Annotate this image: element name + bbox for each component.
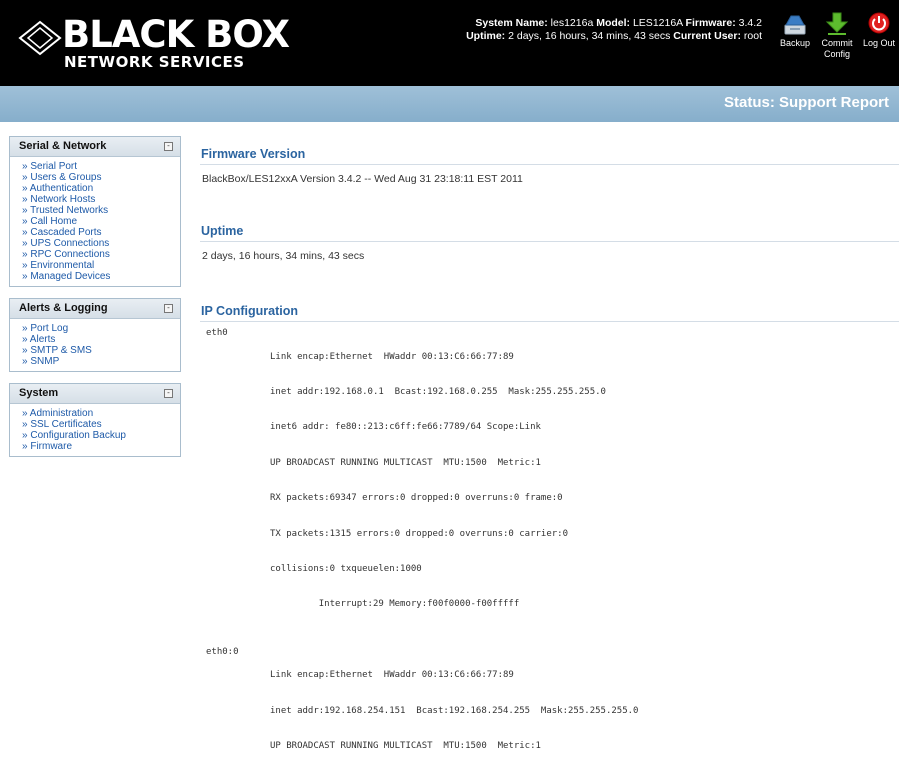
collapse-icon[interactable]: - (164, 142, 173, 151)
uptime-section-title: Uptime (200, 224, 899, 242)
commit-config-button[interactable]: Commit Config (819, 12, 855, 60)
sidebar-item-ssl-certificates[interactable]: SSL Certificates (22, 419, 180, 430)
system-name-label: System Name: (475, 17, 548, 29)
serial-network-menu: Serial & Network - Serial Port Users & G… (9, 136, 181, 287)
sidebar-item-firmware[interactable]: Firmware (22, 441, 180, 452)
system-name-value: les1216a (550, 17, 594, 29)
firmware-value: 3.4.2 (738, 17, 762, 29)
header: BLACK BOX NETWORK SERVICES System Name: … (0, 0, 899, 86)
logo-main-text: BLACK BOX (62, 13, 290, 56)
uptime-value: 2 days, 16 hours, 34 mins, 43 secs (508, 30, 671, 42)
uptime-text: 2 days, 16 hours, 34 mins, 43 secs (202, 250, 365, 262)
system-menu: System - Administration SSL Certificates… (9, 383, 181, 457)
backup-icon (784, 15, 806, 35)
sidebar-item-serial-port[interactable]: Serial Port (22, 161, 180, 172)
alerts-logging-title: Alerts & Logging (19, 302, 108, 314)
system-header[interactable]: System - (10, 384, 180, 404)
firmware-label: Firmware: (685, 17, 736, 29)
backup-label: Backup (779, 38, 811, 48)
logo-sub-text: NETWORK SERVICES (64, 53, 245, 71)
uptime-label: Uptime: (466, 30, 506, 42)
ifconfig-line: inet addr:192.168.0.1 Bcast:192.168.0.25… (270, 386, 606, 397)
sidebar-item-rpc-connections[interactable]: RPC Connections (22, 249, 180, 260)
ifconfig-line: RX packets:69347 errors:0 dropped:0 over… (270, 493, 563, 504)
serial-network-title: Serial & Network (19, 140, 107, 152)
page-title: Status: Support Report (724, 94, 889, 111)
interface-name: eth0 (206, 328, 228, 338)
ip-configuration-section: IP Configuration eth0 Link encap:Etherne… (200, 304, 899, 776)
sidebar-item-trusted-networks[interactable]: Trusted Networks (22, 205, 180, 216)
backup-button[interactable]: Backup (775, 12, 815, 49)
current-user-value: root (743, 30, 762, 42)
alerts-logging-menu: Alerts & Logging - Port Log Alerts SMTP … (9, 298, 181, 372)
sidebar-item-port-log[interactable]: Port Log (22, 323, 180, 334)
sidebar-item-managed-devices[interactable]: Managed Devices (22, 271, 180, 282)
ifconfig-line: Link encap:Ethernet HWaddr 00:13:C6:66:7… (270, 351, 514, 362)
serial-network-header[interactable]: Serial & Network - (10, 137, 180, 157)
model-label: Model: (596, 17, 631, 29)
ifconfig-line: UP BROADCAST RUNNING MULTICAST MTU:1500 … (270, 741, 541, 752)
sidebar: Serial & Network - Serial Port Users & G… (9, 136, 181, 468)
alerts-logging-header[interactable]: Alerts & Logging - (10, 299, 180, 319)
collapse-icon[interactable]: - (164, 304, 173, 313)
sidebar-item-configuration-backup[interactable]: Configuration Backup (22, 430, 180, 441)
ifconfig-line: Interrupt:29 Memory:f00f0000-f00fffff (270, 599, 520, 610)
sidebar-item-ups-connections[interactable]: UPS Connections (22, 238, 180, 249)
model-value: LES1216A (632, 17, 683, 29)
sidebar-item-call-home[interactable]: Call Home (22, 216, 180, 227)
interface-block-eth0-0: eth0:0 Link encap:Ethernet HWaddr 00:13:… (200, 647, 899, 776)
firmware-version-text: BlackBox/LES12xxA Version 3.4.2 -- Wed A… (202, 173, 523, 185)
ifconfig-line: inet addr:192.168.254.151 Bcast:192.168.… (270, 705, 639, 716)
system-title: System (19, 387, 59, 399)
page-banner: Status: Support Report (0, 86, 899, 122)
commit-label: Commit (821, 38, 853, 48)
firmware-section-title: Firmware Version (200, 147, 899, 165)
sidebar-item-administration[interactable]: Administration (22, 408, 180, 419)
sidebar-item-cascaded-ports[interactable]: Cascaded Ports (22, 227, 180, 238)
sidebar-item-authentication[interactable]: Authentication (22, 183, 180, 194)
ifconfig-line: UP BROADCAST RUNNING MULTICAST MTU:1500 … (270, 457, 541, 468)
logout-label: Log Out (863, 38, 896, 48)
commit-arrow-icon (825, 12, 849, 35)
power-icon (868, 12, 890, 34)
system-info: System Name: les1216a Model: LES1216A Fi… (466, 17, 762, 43)
uptime-section: Uptime 2 days, 16 hours, 34 mins, 43 sec… (200, 224, 899, 262)
ifconfig-line: collisions:0 txqueuelen:1000 (270, 563, 422, 574)
sidebar-item-smtp-sms[interactable]: SMTP & SMS (22, 345, 180, 356)
black-box-logo[interactable]: BLACK BOX NETWORK SERVICES (18, 14, 290, 74)
firmware-section: Firmware Version BlackBox/LES12xxA Versi… (200, 147, 899, 185)
interface-block-eth0: eth0 Link encap:Ethernet HWaddr 00:13:C6… (200, 328, 899, 635)
config-label: Config (823, 49, 850, 59)
sidebar-item-environmental[interactable]: Environmental (22, 260, 180, 271)
sidebar-item-users-groups[interactable]: Users & Groups (22, 172, 180, 183)
sidebar-item-network-hosts[interactable]: Network Hosts (22, 194, 180, 205)
current-user-label: Current User: (673, 30, 741, 42)
sidebar-item-snmp[interactable]: SNMP (22, 356, 180, 367)
collapse-icon[interactable]: - (164, 389, 173, 398)
ifconfig-line: Link encap:Ethernet HWaddr 00:13:C6:66:7… (270, 670, 514, 681)
sidebar-item-alerts[interactable]: Alerts (22, 334, 180, 345)
ifconfig-line: inet6 addr: fe80::213:c6ff:fe66:7789/64 … (270, 422, 541, 433)
interface-name: eth0:0 (206, 646, 239, 657)
diamond-logo-icon (18, 20, 62, 56)
ifconfig-line: TX packets:1315 errors:0 dropped:0 overr… (270, 528, 569, 539)
ip-section-title: IP Configuration (200, 304, 899, 322)
logout-button[interactable]: Log Out (859, 12, 899, 49)
